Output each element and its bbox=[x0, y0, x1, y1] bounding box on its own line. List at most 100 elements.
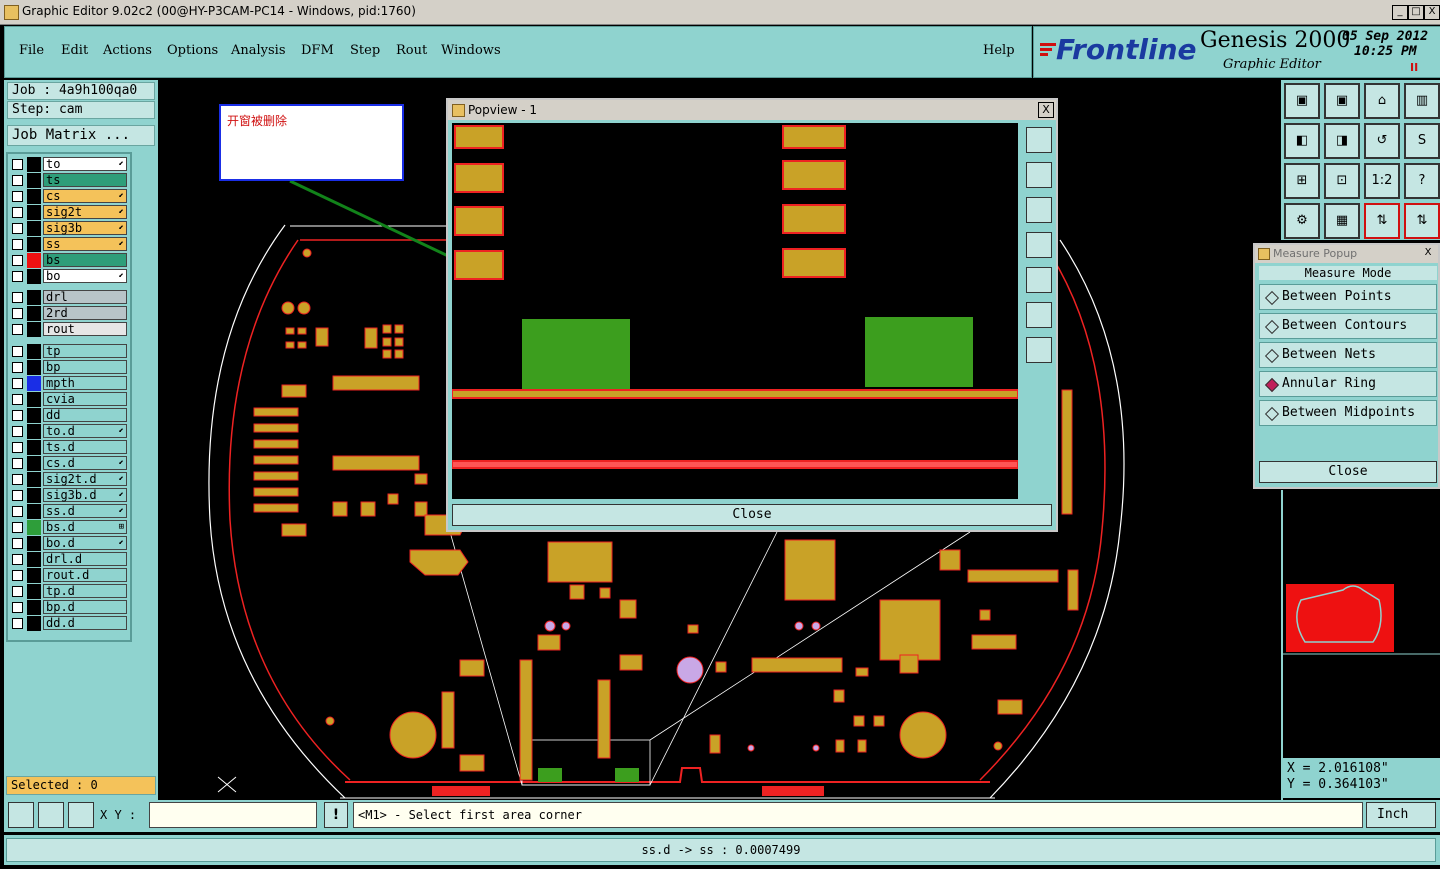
popview-titlebar[interactable]: Popview - 1 X bbox=[448, 100, 1056, 120]
layer-color-swatch[interactable] bbox=[27, 269, 41, 284]
menu-file[interactable]: File bbox=[19, 43, 44, 58]
layer-checkbox[interactable] bbox=[12, 554, 23, 565]
layer-color-swatch[interactable] bbox=[27, 189, 41, 204]
layer-color-swatch[interactable] bbox=[27, 488, 41, 503]
board-overview-map[interactable] bbox=[1283, 580, 1440, 660]
redo-view-icon[interactable]: S bbox=[1404, 123, 1440, 159]
layer-color-swatch[interactable] bbox=[27, 600, 41, 615]
layer-checkbox[interactable] bbox=[12, 602, 23, 613]
select-tool-button[interactable] bbox=[8, 802, 34, 828]
layer-checkbox[interactable] bbox=[12, 410, 23, 421]
layer-color-swatch[interactable] bbox=[27, 360, 41, 375]
pan-right-icon[interactable]: ◨ bbox=[1324, 123, 1360, 159]
measure-option-between-nets[interactable]: Between Nets bbox=[1259, 342, 1437, 368]
measure-option-between-midpoints[interactable]: Between Midpoints bbox=[1259, 400, 1437, 426]
popview-pan-left-button[interactable] bbox=[1026, 232, 1052, 258]
layer-checkbox[interactable] bbox=[12, 570, 23, 581]
layer-color-swatch[interactable] bbox=[27, 290, 41, 305]
measure-option-between-points[interactable]: Between Points bbox=[1259, 284, 1437, 310]
layer-color-swatch[interactable] bbox=[27, 392, 41, 407]
undo-view-icon[interactable]: ↺ bbox=[1364, 123, 1400, 159]
popview-zoom-home-button[interactable] bbox=[1026, 127, 1052, 153]
measure-option-annular-ring[interactable]: Annular Ring bbox=[1259, 371, 1437, 397]
layer-name[interactable]: tp.d bbox=[43, 584, 127, 598]
snap-alt-icon[interactable]: ⇅ bbox=[1404, 203, 1440, 239]
layer-color-swatch[interactable] bbox=[27, 584, 41, 599]
layer-checkbox[interactable] bbox=[12, 442, 23, 453]
layer-color-swatch[interactable] bbox=[27, 205, 41, 220]
layer-checkbox[interactable] bbox=[12, 538, 23, 549]
layer-name[interactable]: dd.d bbox=[43, 616, 127, 630]
layer-checkbox[interactable] bbox=[12, 175, 23, 186]
layer-name[interactable]: bs bbox=[43, 253, 127, 267]
layer-color-swatch[interactable] bbox=[27, 440, 41, 455]
layer-checkbox[interactable] bbox=[12, 308, 23, 319]
unit-selector[interactable]: Inch bbox=[1366, 802, 1436, 828]
layer-checkbox[interactable] bbox=[12, 426, 23, 437]
layer-color-swatch[interactable] bbox=[27, 221, 41, 236]
measure-close-button[interactable]: Close bbox=[1259, 461, 1437, 483]
popview-zoom-out-button[interactable] bbox=[1026, 337, 1052, 363]
snap-icon[interactable]: ⇅ bbox=[1364, 203, 1400, 239]
popview-close-button[interactable]: Close bbox=[452, 504, 1052, 526]
popview-pan-right-button[interactable] bbox=[1026, 267, 1052, 293]
layer-color-swatch[interactable] bbox=[27, 552, 41, 567]
layer-checkbox[interactable] bbox=[12, 522, 23, 533]
menu-options[interactable]: Options bbox=[167, 43, 218, 58]
layer-name[interactable]: cs.d ⬋ bbox=[43, 456, 127, 470]
layer-list-scrollbar[interactable] bbox=[134, 152, 156, 780]
layer-name[interactable]: tp bbox=[43, 344, 127, 358]
layer-name[interactable]: drl.d bbox=[43, 552, 127, 566]
layer-checkbox[interactable] bbox=[12, 490, 23, 501]
layer-name[interactable]: to ⬋ bbox=[43, 157, 127, 171]
layer-name[interactable]: ts bbox=[43, 173, 127, 187]
measure-close-x[interactable]: X bbox=[1421, 246, 1435, 260]
layer-checkbox[interactable] bbox=[12, 207, 23, 218]
grid-tool-button[interactable] bbox=[68, 802, 94, 828]
pause-indicator[interactable]: II bbox=[1410, 61, 1418, 74]
layer-checkbox[interactable] bbox=[12, 586, 23, 597]
menu-dfm[interactable]: DFM bbox=[301, 43, 334, 58]
measure-tool-button[interactable] bbox=[38, 802, 64, 828]
layer-color-swatch[interactable] bbox=[27, 616, 41, 631]
layer-checkbox[interactable] bbox=[12, 159, 23, 170]
layer-checkbox[interactable] bbox=[12, 239, 23, 250]
layer-name[interactable]: mpth bbox=[43, 376, 127, 390]
scale-icon[interactable]: 1:2 bbox=[1364, 163, 1400, 199]
menu-rout[interactable]: Rout bbox=[396, 43, 427, 58]
layer-name[interactable]: rout bbox=[43, 322, 127, 336]
pan-left-icon[interactable]: ◧ bbox=[1284, 123, 1320, 159]
layer-checkbox[interactable] bbox=[12, 324, 23, 335]
popview-close-x[interactable]: X bbox=[1038, 102, 1054, 118]
layer-name[interactable]: cs ⬋ bbox=[43, 189, 127, 203]
fit-icon[interactable]: ⊞ bbox=[1284, 163, 1320, 199]
menu-windows[interactable]: Windows bbox=[441, 43, 501, 58]
zoom-home-icon[interactable]: ▣ bbox=[1284, 83, 1320, 119]
layer-color-swatch[interactable] bbox=[27, 306, 41, 321]
layer-name[interactable]: sig3b ⬋ bbox=[43, 221, 127, 235]
layer-checkbox[interactable] bbox=[12, 223, 23, 234]
layer-name[interactable]: cvia bbox=[43, 392, 127, 406]
help-icon[interactable]: ? bbox=[1404, 163, 1440, 199]
center-icon[interactable]: ⊡ bbox=[1324, 163, 1360, 199]
layer-name[interactable]: dd bbox=[43, 408, 127, 422]
layer-name[interactable]: sig2t ⬋ bbox=[43, 205, 127, 219]
layer-checkbox[interactable] bbox=[12, 378, 23, 389]
layer-name[interactable]: bo.d ⬋ bbox=[43, 536, 127, 550]
grid-icon[interactable]: ▦ bbox=[1324, 203, 1360, 239]
xy-input[interactable] bbox=[149, 802, 317, 828]
layer-color-swatch[interactable] bbox=[27, 456, 41, 471]
layer-checkbox[interactable] bbox=[12, 191, 23, 202]
layer-name[interactable]: bp bbox=[43, 360, 127, 374]
layer-checkbox[interactable] bbox=[12, 292, 23, 303]
layer-name[interactable]: 2rd bbox=[43, 306, 127, 320]
layer-name[interactable]: bo ⬋ bbox=[43, 269, 127, 283]
popview-canvas[interactable] bbox=[452, 123, 1018, 499]
layer-color-swatch[interactable] bbox=[27, 424, 41, 439]
info-button[interactable]: ! bbox=[324, 802, 348, 828]
layer-color-swatch[interactable] bbox=[27, 237, 41, 252]
layer-color-swatch[interactable] bbox=[27, 322, 41, 337]
measure-option-between-contours[interactable]: Between Contours bbox=[1259, 313, 1437, 339]
layer-checkbox[interactable] bbox=[12, 474, 23, 485]
popview-pan-up-button[interactable] bbox=[1026, 162, 1052, 188]
